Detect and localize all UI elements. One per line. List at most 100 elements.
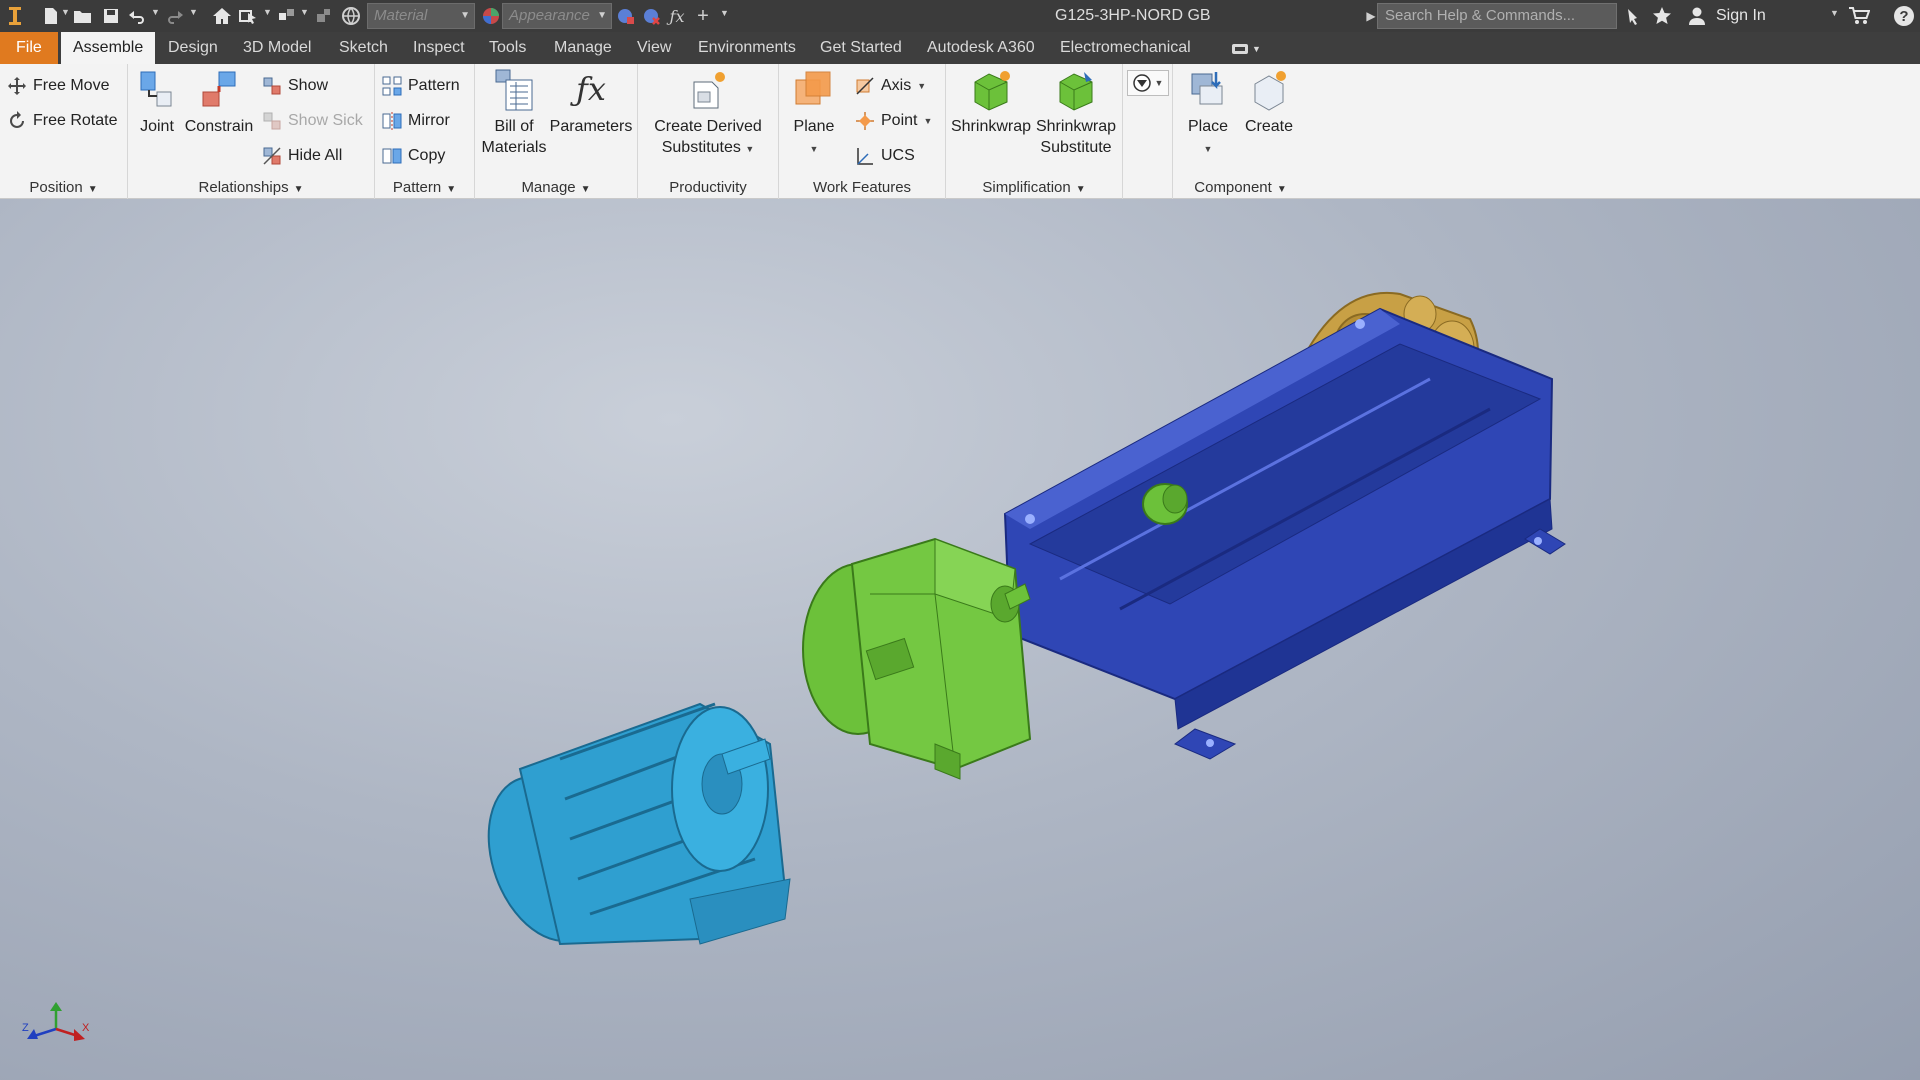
binoculars-icon[interactable] xyxy=(1622,5,1644,27)
ucs-button[interactable]: UCS xyxy=(855,142,915,170)
tab-get-started[interactable]: Get Started xyxy=(808,32,914,64)
group-simplification: Shrinkwrap Shrinkwrap Substitute Simplif… xyxy=(946,64,1123,199)
group-title-pattern[interactable]: Pattern ▼ xyxy=(375,179,474,196)
group-title-component[interactable]: Component ▼ xyxy=(1173,179,1308,196)
shrinkwrap-substitute-button[interactable]: Shrinkwrap Substitute xyxy=(1034,68,1118,158)
tab-tools[interactable]: Tools xyxy=(477,32,538,64)
group-filter: ▼ xyxy=(1123,64,1173,199)
globe-icon[interactable] xyxy=(340,5,362,27)
constrain-icon xyxy=(202,71,236,107)
redo-icon[interactable] xyxy=(164,5,186,27)
selection-filter-dropdown[interactable]: ▼ xyxy=(1127,70,1169,96)
hide-all-label: Hide All xyxy=(288,147,343,164)
ribbon-tab-bar: File Assemble Design 3D Model Sketch Ins… xyxy=(0,32,1920,64)
derived-substitutes-icon xyxy=(693,72,725,109)
priority-dropdown-icon[interactable]: ▼ xyxy=(300,7,309,17)
tab-autodesk-a360[interactable]: Autodesk A360 xyxy=(915,32,1047,64)
tab-3d-model[interactable]: 3D Model xyxy=(231,32,323,64)
gearbox-component[interactable] xyxy=(802,537,1032,780)
help-icon[interactable]: ? xyxy=(1893,5,1915,27)
show-button[interactable]: Show xyxy=(262,72,328,100)
group-title-work-features: Work Features xyxy=(812,179,912,196)
show-label: Show xyxy=(288,77,329,94)
bill-of-materials-button[interactable]: Bill of Materials xyxy=(479,68,549,158)
axis-dropdown-icon: ▼ xyxy=(917,81,927,91)
plus-icon[interactable]: + xyxy=(692,5,714,27)
group-component: Place ▼ Create Component ▼ xyxy=(1173,64,1308,199)
ribbon-display-options[interactable]: ▼ xyxy=(1232,41,1266,57)
redo-dropdown-icon[interactable]: ▼ xyxy=(189,7,198,17)
plane-dropdown-icon: ▼ xyxy=(809,144,819,154)
place-button[interactable]: Place ▼ xyxy=(1183,68,1233,160)
free-move-button[interactable]: Free Move xyxy=(7,72,109,100)
base-frame-component[interactable] xyxy=(1003,307,1566,760)
cds-label-line1: Create Derived xyxy=(654,118,762,135)
group-title-simplification[interactable]: Simplification ▼ xyxy=(946,179,1122,196)
motor-component[interactable] xyxy=(467,702,791,958)
tab-design[interactable]: Design xyxy=(156,32,230,64)
adjust-appearance-icon[interactable] xyxy=(614,5,636,27)
show-sick-button[interactable]: Show Sick xyxy=(262,107,363,135)
group-title-relationships[interactable]: Relationships ▼ xyxy=(128,179,374,196)
appearance-placeholder: Appearance xyxy=(509,7,590,24)
copy-button[interactable]: Copy xyxy=(382,142,445,170)
tab-manage[interactable]: Manage xyxy=(542,32,624,64)
undo-icon[interactable] xyxy=(126,5,148,27)
tab-sketch[interactable]: Sketch xyxy=(327,32,400,64)
search-commands-input[interactable]: Search Help & Commands... xyxy=(1377,3,1617,29)
tab-file[interactable]: File xyxy=(0,32,58,64)
parameters-button[interactable]: ƒx Parameters xyxy=(548,68,634,137)
point-button[interactable]: Point ▼ xyxy=(855,107,932,135)
select-icon[interactable] xyxy=(238,5,260,27)
sign-in-button[interactable]: Sign In xyxy=(1716,7,1766,25)
inventor-app-icon[interactable] xyxy=(4,5,26,27)
tab-electromechanical[interactable]: Electromechanical xyxy=(1048,32,1203,64)
joint-button[interactable]: Joint xyxy=(134,68,180,137)
graphics-viewport[interactable]: Z X xyxy=(0,199,1920,1080)
open-folder-icon[interactable] xyxy=(72,5,94,27)
undo-dropdown-icon[interactable]: ▼ xyxy=(151,7,160,17)
create-derived-substitutes-button[interactable]: Create Derived Substitutes ▼ xyxy=(648,68,768,160)
hide-all-button[interactable]: Hide All xyxy=(262,142,342,170)
favorites-star-icon[interactable] xyxy=(1651,5,1673,27)
coupling-component[interactable] xyxy=(1142,483,1188,525)
new-dropdown-icon[interactable]: ▼ xyxy=(61,7,70,17)
tab-view[interactable]: View xyxy=(625,32,683,64)
free-move-icon xyxy=(8,77,26,95)
tab-environments[interactable]: Environments xyxy=(686,32,808,64)
free-rotate-button[interactable]: Free Rotate xyxy=(7,107,117,135)
group-title-position[interactable]: Position ▼ xyxy=(0,179,127,196)
constrain-button[interactable]: Constrain xyxy=(184,68,254,137)
view-triad[interactable]: Z X xyxy=(22,999,92,1049)
shrinkwrap-button[interactable]: Shrinkwrap xyxy=(950,68,1032,137)
mirror-label: Mirror xyxy=(408,112,450,129)
cart-icon[interactable] xyxy=(1848,5,1870,27)
create-component-icon xyxy=(1254,71,1286,111)
customize-qat-icon[interactable]: ▼ xyxy=(720,8,729,18)
place-label: Place xyxy=(1187,118,1229,135)
select-dropdown-icon[interactable]: ▼ xyxy=(263,7,272,17)
free-rotate-label: Free Rotate xyxy=(33,112,118,129)
signin-dropdown-icon[interactable]: ▼ xyxy=(1830,8,1839,18)
pattern-button[interactable]: Pattern xyxy=(382,72,460,100)
group-title-manage[interactable]: Manage ▼ xyxy=(475,179,637,196)
tab-inspect[interactable]: Inspect xyxy=(401,32,477,64)
save-icon[interactable] xyxy=(100,5,122,27)
new-file-icon[interactable] xyxy=(40,5,62,27)
appearance-combo[interactable]: Appearance ▼ xyxy=(502,3,612,29)
clear-appearance-icon[interactable] xyxy=(640,5,662,27)
home-icon[interactable] xyxy=(211,5,233,27)
selection-priority-icon[interactable] xyxy=(276,5,298,27)
search-placeholder: Search Help & Commands... xyxy=(1385,7,1576,24)
plane-button[interactable]: Plane ▼ xyxy=(785,68,843,160)
ucs-icon xyxy=(857,148,873,165)
tab-assemble[interactable]: Assemble xyxy=(61,32,156,64)
material-combo[interactable]: Material ▼ xyxy=(367,3,475,29)
mirror-button[interactable]: Mirror xyxy=(382,107,450,135)
update-icon[interactable] xyxy=(313,5,335,27)
fx-parameters-icon[interactable]: ƒx xyxy=(666,5,688,27)
user-icon[interactable] xyxy=(1686,5,1708,27)
create-component-button[interactable]: Create xyxy=(1239,68,1299,137)
axis-button[interactable]: Axis ▼ xyxy=(855,72,926,100)
group-position: Free Move Free Rotate Position ▼ xyxy=(0,64,128,199)
